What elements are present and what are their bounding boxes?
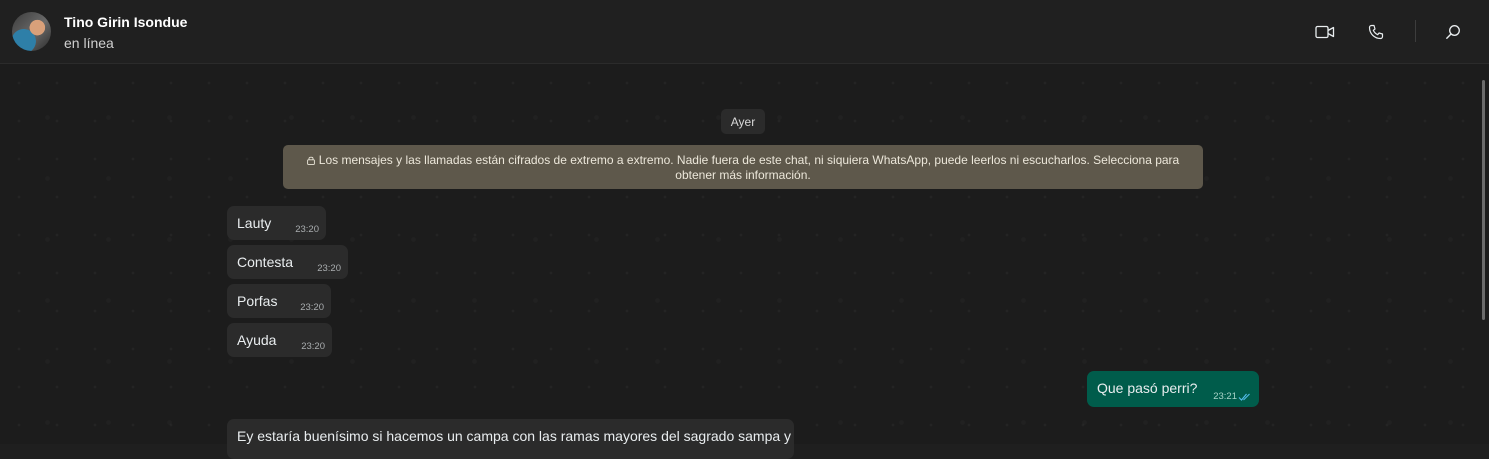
message-bubble-incoming[interactable]: Contesta 23:20 [227, 245, 348, 279]
contact-status: en línea [64, 35, 114, 51]
encryption-notice-text: Los mensajes y las llamadas están cifrad… [318, 153, 1180, 182]
message-time: 23:20 [295, 224, 319, 235]
message-text: Ayuda [237, 332, 277, 348]
day-separator: Ayer [721, 109, 765, 134]
encryption-notice[interactable]: Los mensajes y las llamadas están cifrad… [283, 145, 1203, 189]
message-text: Porfas [237, 293, 278, 309]
message-time: 23:20 [300, 302, 324, 313]
message-time: 23:20 [317, 263, 341, 274]
lock-icon [306, 156, 315, 165]
message-bubble-incoming[interactable]: Ayuda 23:20 [227, 323, 332, 357]
video-call-icon [1315, 25, 1335, 39]
message-bubble-incoming[interactable]: Ey estaría buenísimo si hacemos un campa… [227, 419, 794, 459]
chat-header: Tino Girin Isondue en línea [0, 0, 1489, 64]
message-time: 23:21 [1213, 391, 1237, 402]
message-bubble-incoming[interactable]: Porfas 23:20 [227, 284, 331, 318]
read-receipt-icon [1238, 393, 1250, 401]
search-icon [1446, 25, 1460, 39]
message-bubble-outgoing[interactable]: Que pasó perri? 23:21 [1087, 371, 1259, 407]
contact-avatar[interactable] [12, 12, 51, 51]
voice-call-button[interactable] [1364, 20, 1388, 44]
chat-scrollbar[interactable] [1482, 80, 1485, 320]
contact-name[interactable]: Tino Girin Isondue [64, 14, 187, 30]
message-bubble-incoming[interactable]: Lauty 23:20 [227, 206, 326, 240]
message-text: Contesta [237, 254, 294, 270]
voice-call-icon [1368, 24, 1384, 40]
search-button[interactable] [1441, 20, 1465, 44]
message-text: Lauty [237, 215, 272, 231]
video-call-button[interactable] [1313, 20, 1337, 44]
message-time: 23:20 [301, 341, 325, 352]
header-divider [1415, 20, 1416, 42]
message-text: Que pasó perri? [1097, 380, 1198, 396]
message-text: Ey estaría buenísimo si hacemos un campa… [237, 428, 792, 444]
